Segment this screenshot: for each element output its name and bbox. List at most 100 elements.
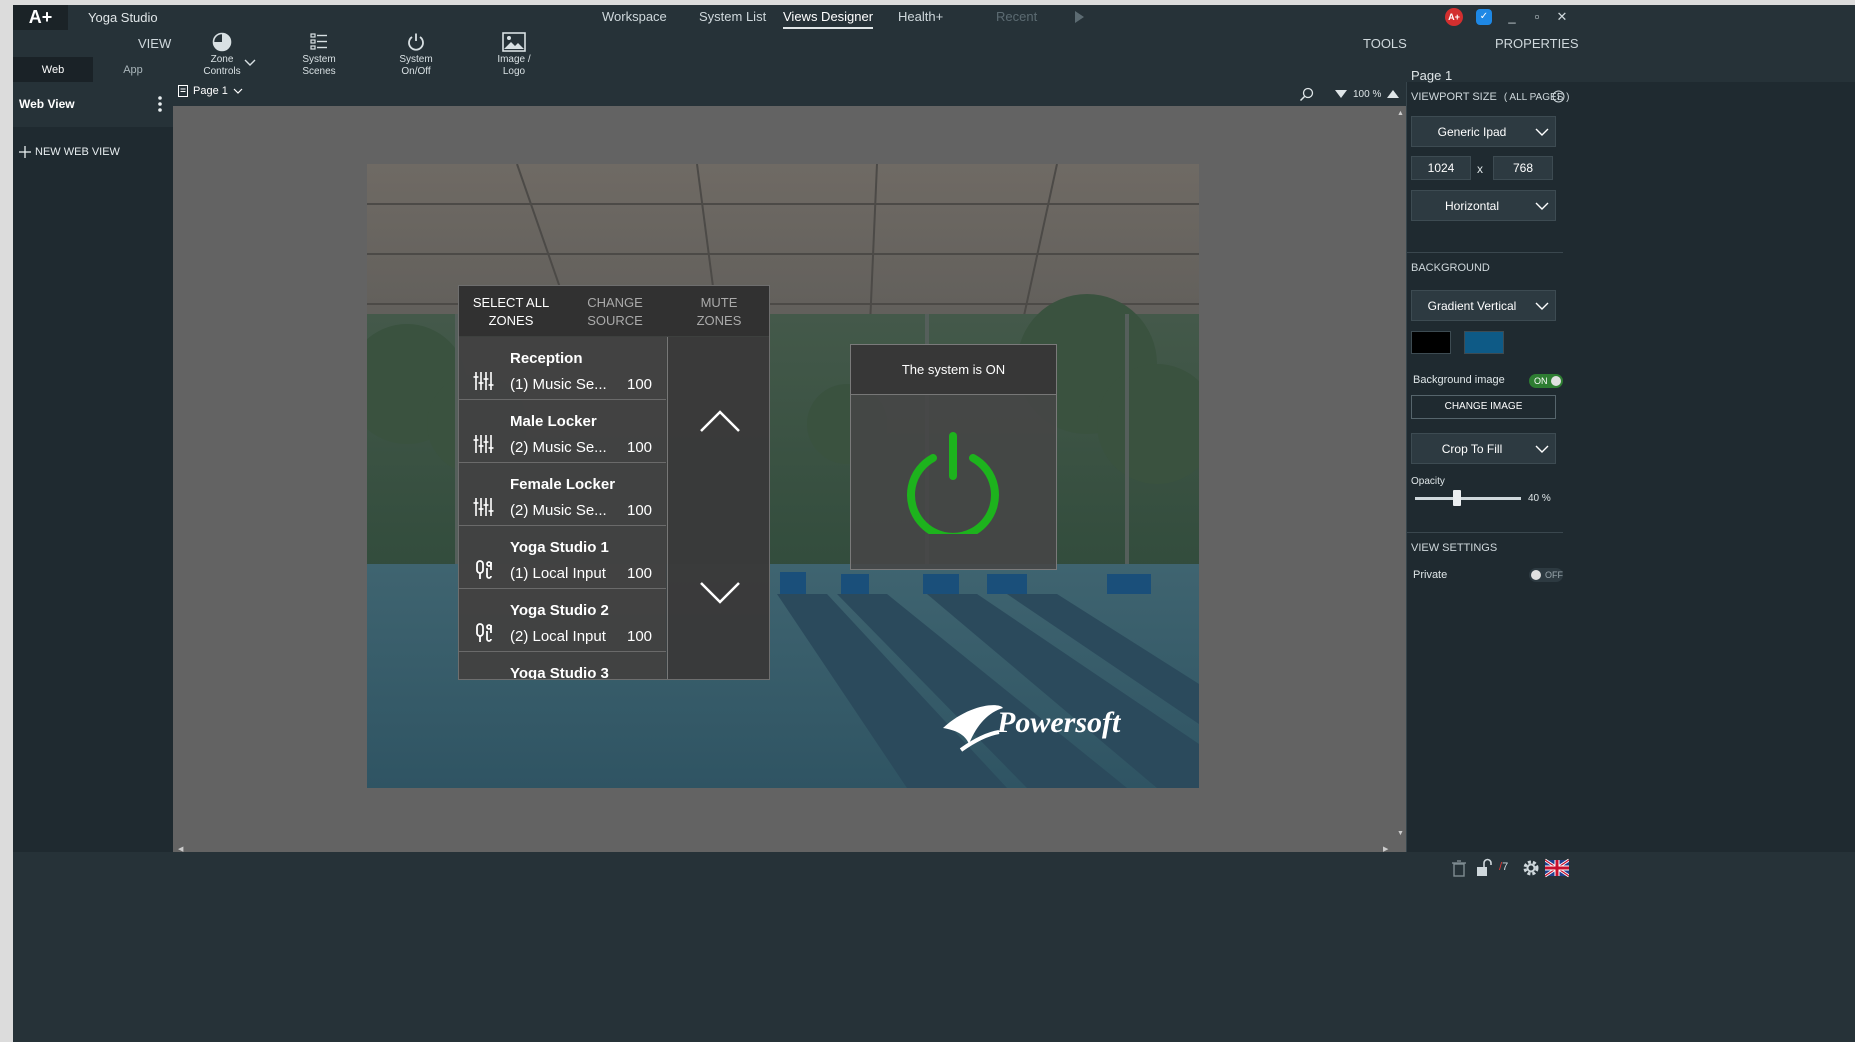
info-icon[interactable]	[1552, 90, 1565, 103]
background-image-label: Background image	[1413, 374, 1505, 386]
scroll-up-arrow-icon[interactable]: ▲	[1397, 110, 1404, 117]
list-icon	[310, 33, 327, 50]
nav-views-designer[interactable]: Views Designer	[783, 9, 874, 29]
private-toggle-text: OFF	[1545, 570, 1563, 580]
gradient-color-2-swatch[interactable]	[1464, 331, 1504, 354]
page-icon	[178, 85, 188, 97]
nav-workspace[interactable]: Workspace	[602, 9, 667, 24]
aplus-account-icon[interactable]: A+	[1445, 8, 1463, 26]
private-toggle[interactable]: OFF	[1529, 568, 1563, 582]
page-selector[interactable]: Page 1	[178, 85, 243, 97]
pin-icon[interactable]: ✓	[1476, 9, 1492, 25]
fit-mode-value: Crop To Fill	[1441, 442, 1503, 456]
view-label: VIEW	[138, 36, 172, 51]
zone-source: (2) Music Se...	[510, 439, 607, 456]
zoom-out-button[interactable]	[1335, 90, 1347, 98]
zone-row[interactable]: Yoga Studio 2 (2) Local Input 100	[459, 589, 666, 652]
audio-input-icon[interactable]	[473, 623, 495, 643]
fit-mode-select[interactable]: Crop To Fill	[1411, 433, 1556, 464]
zoom-level: 100 %	[1353, 88, 1382, 100]
kebab-menu-icon[interactable]	[156, 94, 164, 114]
zone-row[interactable]: Yoga Studio 1 (1) Local Input 100	[459, 526, 666, 589]
zoom-in-button[interactable]	[1387, 90, 1400, 98]
tab-web[interactable]: Web	[13, 57, 93, 82]
chevron-down-icon	[1535, 128, 1549, 136]
image-logo-label-bottom: Logo	[502, 66, 526, 77]
zone-controls-chevron-down-icon[interactable]	[243, 58, 257, 68]
background-type-select[interactable]: Gradient Vertical	[1411, 290, 1556, 321]
zone-row[interactable]: Reception (1) Music Se... 100	[459, 337, 666, 400]
properties-tab[interactable]: PROPERTIES	[1495, 36, 1579, 51]
trash-icon[interactable]	[1449, 858, 1469, 878]
power-status-text: The system is ON	[851, 345, 1056, 395]
private-label: Private	[1413, 569, 1448, 581]
zone-row[interactable]: Yoga Studio 3	[459, 652, 666, 680]
toolbar: VIEW Web App Zone Controls System Scenes…	[13, 30, 1855, 82]
scroll-down-arrow-icon[interactable]: ▼	[1397, 830, 1404, 837]
change-image-button[interactable]: CHANGE IMAGE	[1411, 395, 1556, 419]
properties-page-title: Page 1	[1411, 68, 1453, 83]
mixer-icon[interactable]	[473, 497, 495, 517]
zone-row[interactable]: Male Locker (2) Music Se... 100	[459, 400, 666, 463]
system-on-off-button[interactable]: System On/Off	[381, 32, 451, 80]
system-scenes-button[interactable]: System Scenes	[284, 32, 354, 80]
mixer-icon[interactable]	[473, 434, 495, 454]
select-all-zones-button[interactable]: SELECT ALL ZONES	[459, 286, 563, 336]
zone-name: Yoga Studio 1	[510, 539, 609, 556]
zone-name: Reception	[510, 350, 583, 367]
viewport-height-input[interactable]: 768	[1493, 156, 1553, 180]
zone-name: Yoga Studio 3	[510, 665, 609, 680]
page-selector-label: Page 1	[193, 85, 228, 97]
zone-scroll-up-icon[interactable]	[698, 407, 742, 437]
opacity-slider-track[interactable]	[1415, 497, 1521, 500]
view-canvas[interactable]: SELECT ALL ZONES CHANGE SOURCE MUTE ZONES R…	[367, 164, 1199, 788]
background-image-toggle[interactable]: ON	[1529, 374, 1563, 388]
opacity-slider-thumb[interactable]	[1453, 490, 1462, 506]
nav-health[interactable]: Health+	[898, 9, 943, 24]
minimize-button[interactable]: _	[1503, 8, 1521, 26]
chevron-down-icon	[1535, 202, 1549, 210]
zone-name: Yoga Studio 2	[510, 602, 609, 619]
device-select[interactable]: Generic Ipad	[1411, 116, 1556, 147]
mixer-icon[interactable]	[473, 371, 495, 391]
dimension-separator: x	[1477, 162, 1483, 176]
gradient-color-1-swatch[interactable]	[1411, 331, 1451, 354]
system-on-off-label-top: System	[399, 54, 433, 65]
zone-volume: 100	[627, 439, 653, 456]
app-logo: A+	[13, 5, 68, 30]
zone-scroll-down-icon[interactable]	[698, 577, 742, 607]
mute-zones-button[interactable]: MUTE ZONES	[667, 286, 769, 336]
restore-button[interactable]: ▫	[1528, 8, 1546, 26]
tools-tab[interactable]: TOOLS	[1363, 36, 1407, 51]
audio-input-icon[interactable]	[473, 560, 495, 580]
zone-row[interactable]: Female Locker (2) Music Se... 100	[459, 463, 666, 526]
zone-controls-button[interactable]: Zone Controls	[187, 32, 257, 80]
zone-source: (2) Local Input	[510, 628, 606, 645]
zone-volume: 100	[627, 376, 653, 393]
image-logo-button[interactable]: Image / Logo	[479, 32, 549, 80]
nav-forward-arrow-icon[interactable]	[1075, 11, 1084, 23]
nav-recent[interactable]: Recent	[996, 9, 1037, 24]
close-button[interactable]: ✕	[1553, 8, 1571, 26]
tab-app[interactable]: App	[93, 57, 173, 82]
uk-flag-icon[interactable]	[1545, 858, 1569, 878]
change-source-label: CHANGE SOURCE	[587, 295, 643, 328]
opacity-value: 40 %	[1528, 493, 1551, 504]
zoom-fit-icon[interactable]	[1299, 86, 1315, 102]
unlock-icon[interactable]	[1474, 858, 1494, 878]
change-source-button[interactable]: CHANGE SOURCE	[563, 286, 667, 336]
zone-volume: 100	[627, 502, 653, 519]
viewport-width-input[interactable]: 1024	[1411, 156, 1471, 180]
power-toggle-icon[interactable]	[901, 430, 1005, 534]
orientation-select[interactable]: Horizontal	[1411, 190, 1556, 221]
zone-scroll-column	[667, 337, 769, 679]
system-scenes-label-top: System	[302, 54, 336, 65]
gear-icon[interactable]	[1521, 858, 1541, 878]
viewport-size-label: VIEWPORT SIZE ( ALL PAGES )	[1411, 91, 1569, 103]
chevron-down-icon	[1535, 302, 1549, 310]
new-web-view-button[interactable]: NEW WEB VIEW	[19, 146, 120, 158]
nav-system-list[interactable]: System List	[699, 9, 766, 24]
pie-chart-icon	[212, 32, 232, 52]
zones-header: SELECT ALL ZONES CHANGE SOURCE MUTE ZONES	[459, 286, 769, 336]
brand-text: Powersoft	[996, 706, 1122, 739]
